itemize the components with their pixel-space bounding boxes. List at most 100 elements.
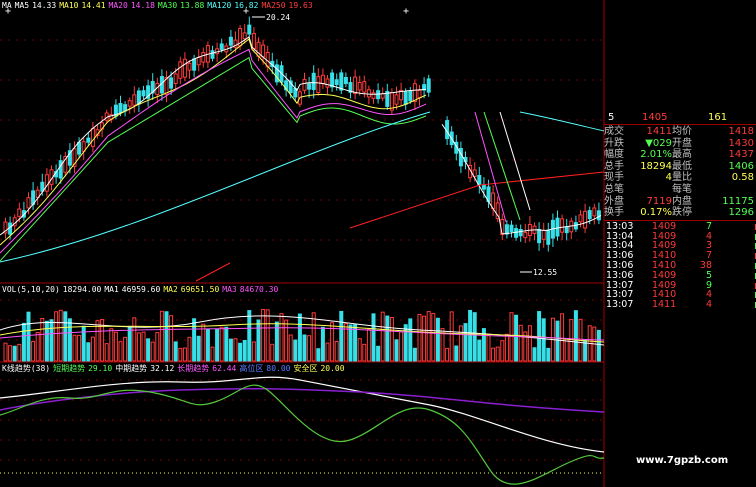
quote-label: 幅度 [604, 149, 624, 161]
quote-value: 1411 [646, 126, 672, 137]
candle-body [261, 44, 266, 58]
volume-bar [261, 308, 266, 362]
candle-body [311, 72, 316, 91]
quote-value: 1296 [728, 207, 754, 219]
candle-body [394, 94, 399, 105]
volume-bar [31, 341, 36, 362]
candle-body [555, 217, 560, 237]
volume-bar [21, 322, 26, 362]
quote-label: 外盘 [604, 195, 624, 207]
volume-bar [86, 342, 91, 362]
volume-bar [8, 345, 13, 362]
candle-body [366, 89, 371, 98]
volume-bar [408, 318, 413, 362]
volume-bar [445, 347, 450, 362]
candle-body [481, 184, 486, 190]
quote-label: 内盘 [672, 195, 692, 207]
volume-bar [127, 327, 132, 362]
plus-marker: + [403, 6, 409, 17]
quote-row: 升跌 ▼029 开盘 1430 [604, 138, 756, 150]
volume-bar [132, 317, 137, 362]
candle-body [353, 76, 358, 95]
trade-volume: 4 [705, 299, 712, 311]
volume-bar [302, 334, 307, 362]
candle-body [17, 208, 22, 217]
candle-body [403, 91, 408, 105]
quote-label: 开盘 [672, 137, 692, 149]
volume-bar [334, 341, 339, 362]
volume-bar [279, 313, 284, 362]
quote-value: ▼029 [645, 137, 672, 149]
candle-body [307, 83, 312, 90]
ma10-line [0, 38, 427, 246]
candle-body [592, 207, 597, 217]
candle-body [417, 89, 422, 99]
volume-bar [376, 345, 381, 362]
legend-item: MA2 [163, 285, 178, 294]
candle-body [192, 58, 197, 71]
candle-body [426, 78, 431, 93]
volume-bar [297, 313, 302, 362]
price-low-label: 12.55 [533, 268, 558, 277]
volume-bar [164, 311, 169, 362]
volume-bar [472, 312, 477, 362]
legend-item: 62.44 [212, 364, 237, 373]
volume-bar [458, 325, 463, 362]
quote-label: 最低 [672, 160, 692, 172]
quote-row: 总手 18294 最低 1406 [604, 161, 756, 173]
candle-body [564, 226, 569, 234]
candle-body [201, 52, 206, 63]
volume-bar [187, 336, 192, 362]
volume-bar [247, 310, 252, 362]
volume-bar [491, 347, 496, 362]
volume-bar [449, 311, 454, 362]
legend-item: 长期趋势 [177, 364, 210, 373]
legend-item: 20.00 [320, 364, 345, 373]
legend-item: 29.10 [88, 364, 113, 373]
candle-body [546, 229, 551, 245]
volume-bar [118, 341, 123, 362]
candle-body [504, 224, 509, 235]
volume-bar [546, 347, 551, 362]
candle-body [362, 81, 367, 93]
volume-legend: VOL(5,10,20) 18294.00 MA1 46959.60 MA2 69651.… [2, 284, 281, 295]
candle-body [77, 141, 82, 155]
quote-partial-row: 5 1405 161 [604, 113, 756, 123]
volume-bar [417, 313, 422, 362]
candle-body [44, 174, 49, 192]
quote-row: 现手 4 量比 0.58 [604, 172, 756, 184]
volume-bar [495, 346, 500, 362]
volume-bar [17, 343, 22, 362]
legend-item: 安全区 [293, 364, 318, 373]
trade-price: 1411 [652, 299, 677, 311]
ma-legend: MA MA5 14.33 MA10 14.41 MA20 14.18 MA30 13.88 MA1… [2, 0, 316, 11]
volume-bar [468, 309, 473, 362]
partial-volume: 161 [708, 112, 728, 123]
legend-item: MA250 [261, 1, 286, 10]
trade-list[interactable]: 13:03 1409 7 13:04 1409 4 13:04 1409 3 13:06 1410 7… [604, 221, 756, 311]
legend-item: 14.41 [81, 1, 106, 10]
volume-bar [224, 326, 229, 362]
volume-bar [205, 328, 210, 362]
candle-body [330, 72, 335, 88]
volume-bar [463, 323, 468, 362]
volume-bar [3, 342, 8, 362]
volume-bar [573, 310, 578, 362]
candle-body [316, 76, 321, 94]
volume-bar [403, 324, 408, 362]
volume-bar [320, 326, 325, 362]
volume-bar [12, 345, 17, 362]
volume-bar [169, 315, 174, 362]
legend-item: K线趋势(38) [2, 364, 51, 373]
indicator-legend: K线趋势(38) 短期趋势 29.10 中期趋势 32.12 长期趋势 62.44 高位区 80… [2, 363, 348, 374]
volume-bar [596, 329, 601, 362]
volume-bar [141, 331, 146, 362]
quote-value: 1430 [728, 137, 754, 149]
volume-bar [49, 319, 54, 362]
volume-bar [90, 336, 95, 362]
candle-body [182, 58, 187, 78]
volume-bar [500, 340, 505, 362]
volume-bar [431, 312, 436, 362]
volume-bar [242, 339, 247, 362]
price-high-label: 20.24 [266, 13, 291, 22]
